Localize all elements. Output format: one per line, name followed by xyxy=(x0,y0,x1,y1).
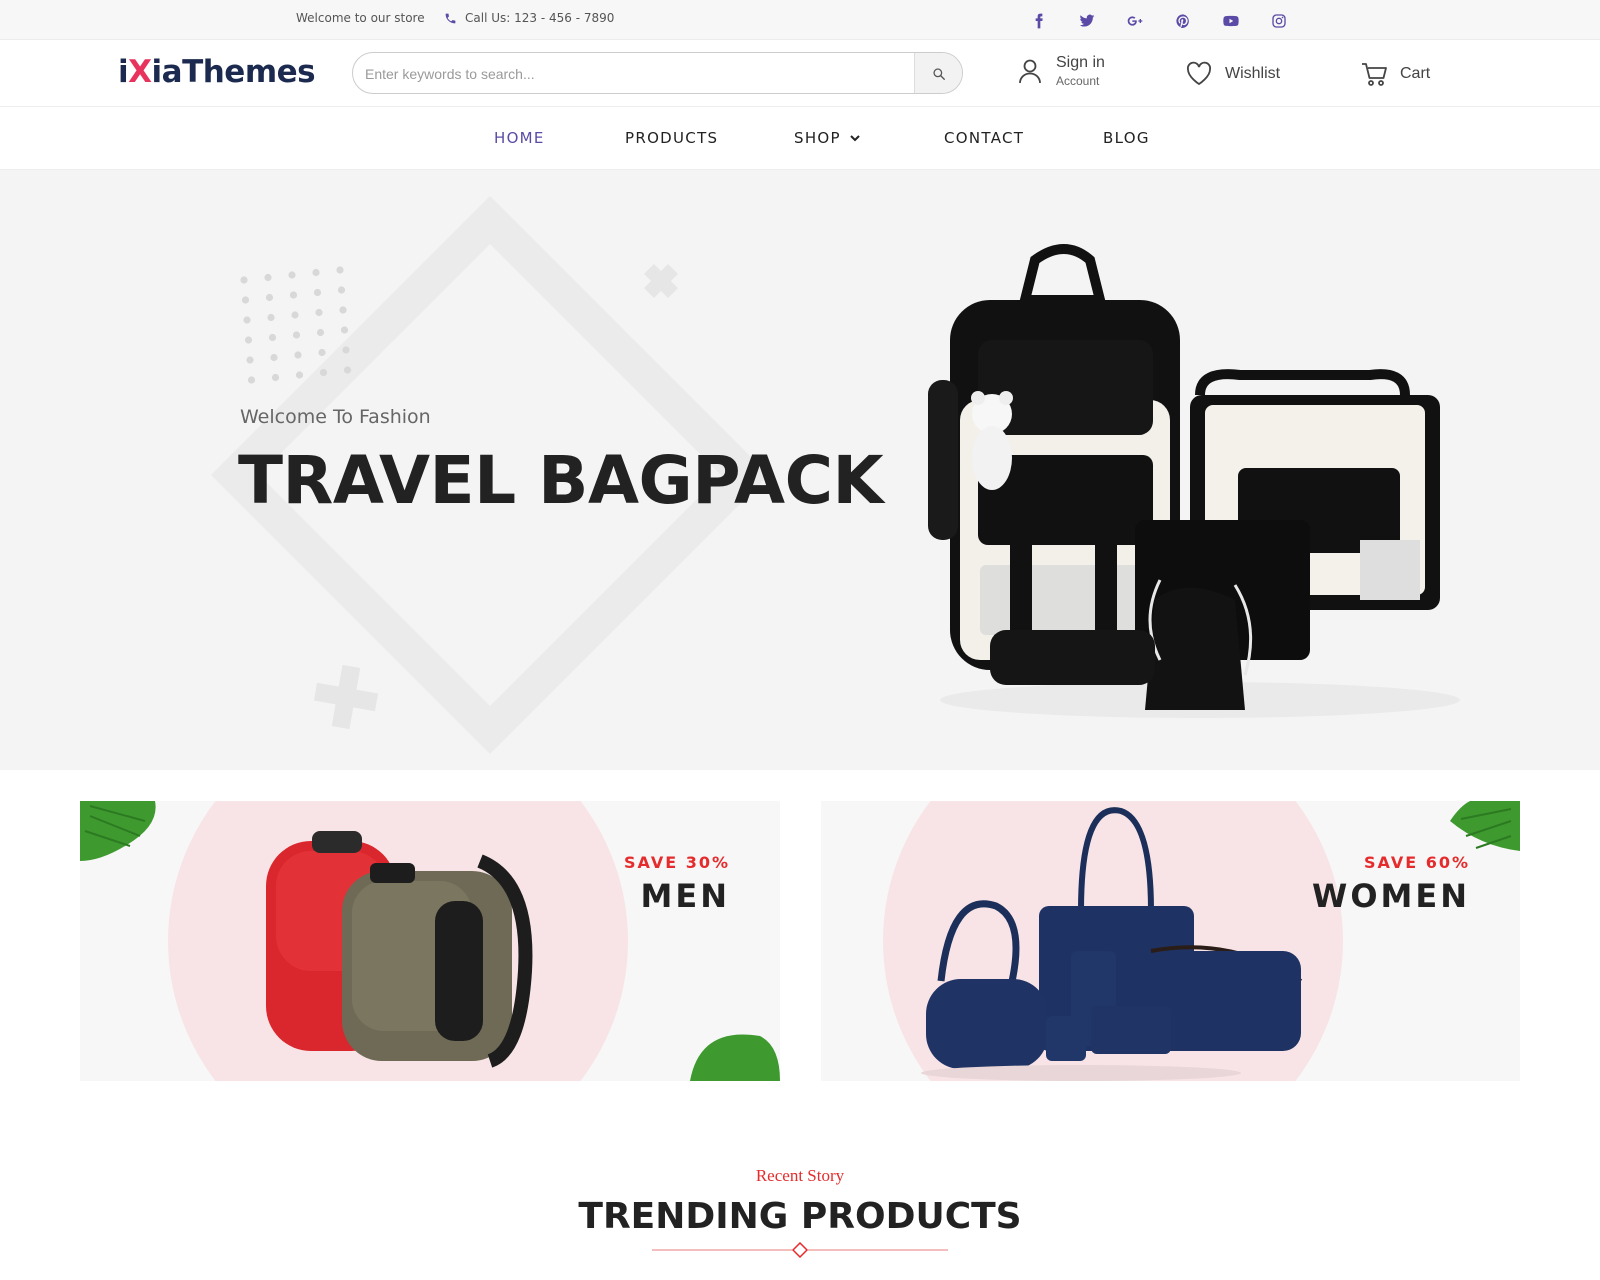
top-bar: Welcome to our store Call Us: 123 - 456 … xyxy=(0,0,1600,40)
logo-x: X xyxy=(128,54,152,90)
hero-dot xyxy=(247,376,256,384)
hero-dot xyxy=(336,266,344,274)
hero-pre-title: Welcome To Fashion xyxy=(240,406,431,428)
promo-men-image xyxy=(80,801,780,1081)
hero-dot xyxy=(291,311,299,319)
site-header: iXiaThemes Sign in Account Wishlist Cart xyxy=(0,40,1600,106)
trending-pre-title: Recent Story xyxy=(755,1166,845,1185)
nav-home[interactable]: HOME xyxy=(494,129,545,147)
facebook-icon[interactable] xyxy=(1030,12,1048,30)
instagram-icon[interactable] xyxy=(1270,12,1288,30)
promo-men-banner[interactable]: SAVE 30% MEN xyxy=(80,801,780,1081)
hero-dot xyxy=(243,316,251,324)
user-icon xyxy=(1019,59,1041,84)
twitter-icon[interactable] xyxy=(1078,12,1096,30)
search-icon xyxy=(932,68,945,80)
call-info: Call Us: 123 - 456 - 7890 xyxy=(444,11,614,25)
nav-contact[interactable]: CONTACT xyxy=(944,129,1024,147)
site-logo[interactable]: iXiaThemes xyxy=(118,54,316,90)
hero-dot xyxy=(268,333,277,342)
hero-dot xyxy=(244,336,253,344)
google-plus-icon[interactable] xyxy=(1126,12,1144,30)
trending-title: TRENDING PRODUCTS xyxy=(578,1196,1022,1237)
hero-dot xyxy=(241,296,250,304)
nav-products[interactable]: PRODUCTS xyxy=(625,129,718,147)
hero-dot xyxy=(265,293,274,302)
title-divider xyxy=(652,1242,948,1258)
nav-shop-label: SHOP xyxy=(794,129,841,147)
hero-dot xyxy=(267,313,275,322)
hero-dot xyxy=(313,288,322,297)
phone-icon xyxy=(445,13,456,23)
hero-dot xyxy=(312,268,320,277)
signin-sub: Account xyxy=(1056,74,1100,88)
signin-label: Sign in xyxy=(1056,54,1105,71)
search-button[interactable] xyxy=(914,53,962,93)
logo-prefix: i xyxy=(118,54,129,90)
welcome-text: Welcome to our store xyxy=(296,11,425,25)
heart-icon xyxy=(1187,61,1211,86)
wishlist-link[interactable]: Wishlist xyxy=(1185,60,1280,88)
social-links xyxy=(1030,12,1288,30)
promo-women-banner[interactable]: SAVE 60% WOMEN xyxy=(821,801,1520,1081)
hero-dot xyxy=(271,373,280,382)
hero-bags-image xyxy=(928,244,1460,718)
hero-dot xyxy=(316,328,325,337)
hero-dot xyxy=(315,308,323,317)
hero-dot xyxy=(289,291,298,299)
hero-dot xyxy=(294,351,302,359)
promo-women-save: SAVE 60% xyxy=(1364,853,1470,872)
promo-men-label: MEN xyxy=(640,877,730,915)
nav-blog[interactable]: BLOG xyxy=(1103,129,1150,147)
logo-suffix: iaThemes xyxy=(151,54,316,90)
chevron-down-icon xyxy=(850,135,860,142)
cart-icon xyxy=(1362,63,1387,86)
hero-dot xyxy=(288,271,296,279)
cart-label: Cart xyxy=(1400,65,1431,82)
hero-dot xyxy=(340,326,349,334)
hero-dot xyxy=(339,306,347,314)
pinterest-icon[interactable] xyxy=(1174,12,1192,30)
hero-dot xyxy=(264,273,272,282)
cart-link[interactable]: Cart xyxy=(1360,60,1430,88)
promo-women-image xyxy=(921,801,1520,1081)
hero-dot xyxy=(343,366,352,374)
promo-women-label: WOMEN xyxy=(1312,877,1470,915)
hero-dot xyxy=(246,356,254,364)
signin-link[interactable]: Sign in Account xyxy=(1016,54,1105,88)
nav-shop[interactable]: SHOP xyxy=(794,129,861,147)
hero-dot xyxy=(270,353,278,362)
hero-dot xyxy=(240,276,248,284)
hero-dot xyxy=(342,346,350,354)
hero-title: TRAVEL BAGPACK xyxy=(238,442,884,519)
hero-dot xyxy=(319,368,328,377)
promo-men-save: SAVE 30% xyxy=(624,853,730,872)
youtube-icon[interactable] xyxy=(1222,12,1240,30)
hero-dot xyxy=(295,371,304,379)
hero-dot xyxy=(337,286,346,294)
hero-banner: Welcome To Fashion TRAVEL BAGPACK xyxy=(0,170,1600,770)
search-input[interactable] xyxy=(365,63,905,85)
search-bar xyxy=(352,52,963,94)
hero-dot xyxy=(318,348,326,357)
hero-dot xyxy=(292,331,301,339)
call-text: Call Us: 123 - 456 - 7890 xyxy=(465,11,615,25)
wishlist-label: Wishlist xyxy=(1225,65,1281,82)
main-nav: HOME PRODUCTS SHOP CONTACT BLOG xyxy=(0,106,1600,170)
